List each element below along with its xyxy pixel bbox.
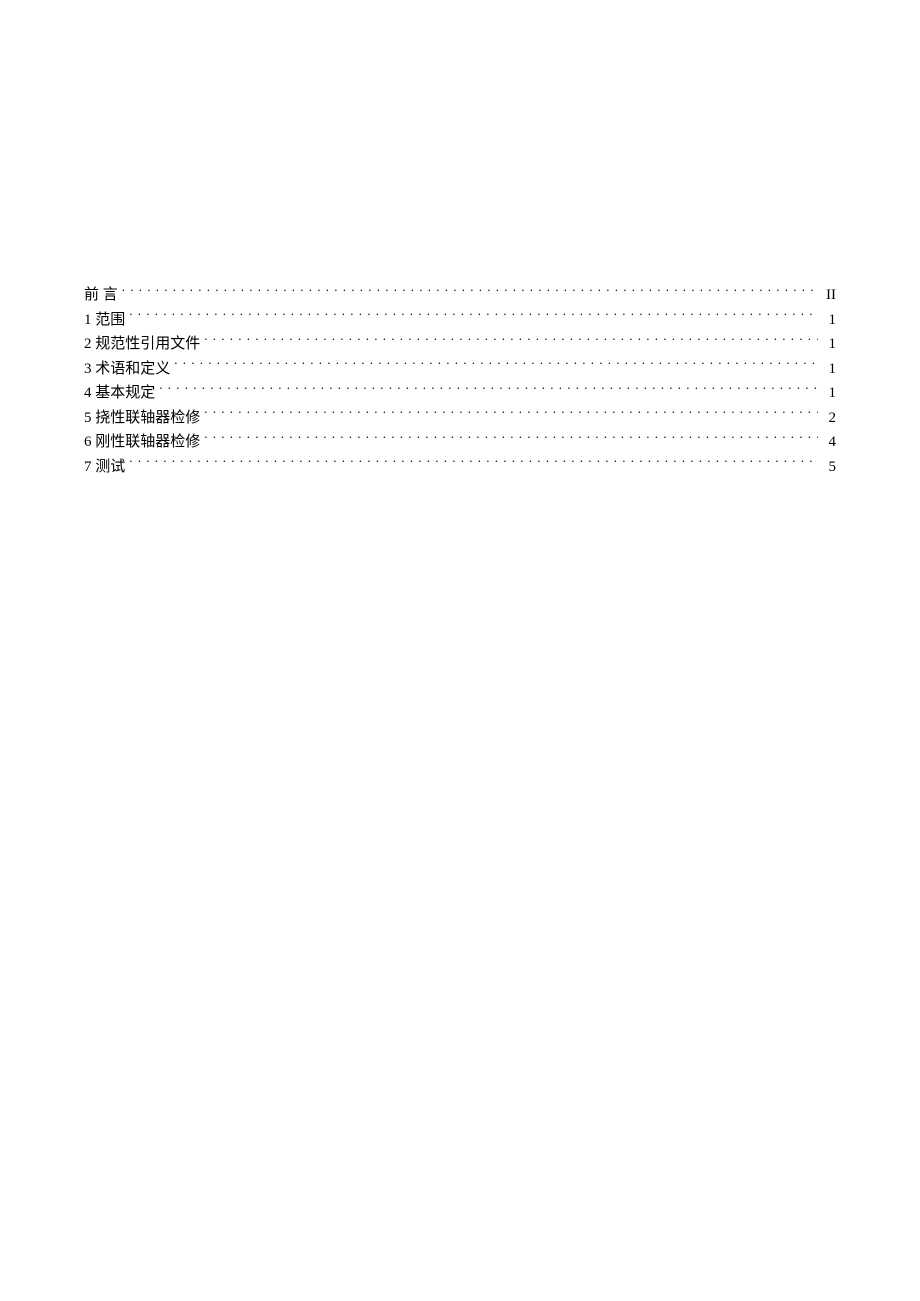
toc-entry-page: 5 xyxy=(822,455,836,480)
toc-leader-dots xyxy=(129,309,818,324)
toc-entry: 4 基本规定 1 xyxy=(84,381,836,406)
toc-entry: 1 范围 1 xyxy=(84,308,836,333)
toc-entry-label: 4 基本规定 xyxy=(84,381,155,406)
toc-entry-label: 6 刚性联轴器检修 xyxy=(84,430,200,455)
toc-leader-dots xyxy=(204,333,818,348)
table-of-contents: 前 言 II 1 范围 1 2 规范性引用文件 1 3 术语和定义 1 4 基本… xyxy=(84,283,836,479)
toc-entry: 3 术语和定义 1 xyxy=(84,357,836,382)
toc-entry-label: 前 言 xyxy=(84,283,118,308)
toc-entry: 5 挠性联轴器检修 2 xyxy=(84,406,836,431)
toc-entry-page: 1 xyxy=(822,332,836,357)
toc-leader-dots xyxy=(129,456,818,471)
toc-entry-label: 7 测试 xyxy=(84,455,125,480)
toc-entry: 前 言 II xyxy=(84,283,836,308)
toc-entry-page: 2 xyxy=(822,406,836,431)
toc-entry-label: 5 挠性联轴器检修 xyxy=(84,406,200,431)
toc-entry-page: 1 xyxy=(822,308,836,333)
toc-leader-dots xyxy=(204,407,818,422)
toc-entry-label: 2 规范性引用文件 xyxy=(84,332,200,357)
toc-leader-dots xyxy=(204,431,818,446)
toc-entry-page: II xyxy=(822,283,836,308)
toc-leader-dots xyxy=(159,382,818,397)
toc-leader-dots xyxy=(174,358,818,373)
toc-entry-page: 1 xyxy=(822,381,836,406)
document-page: 前 言 II 1 范围 1 2 规范性引用文件 1 3 术语和定义 1 4 基本… xyxy=(0,0,920,479)
toc-entry: 6 刚性联轴器检修 4 xyxy=(84,430,836,455)
toc-entry-page: 4 xyxy=(822,430,836,455)
toc-entry: 2 规范性引用文件 1 xyxy=(84,332,836,357)
toc-leader-dots xyxy=(122,284,818,299)
toc-entry-label: 3 术语和定义 xyxy=(84,357,170,382)
toc-entry: 7 测试 5 xyxy=(84,455,836,480)
toc-entry-label: 1 范围 xyxy=(84,308,125,333)
toc-entry-page: 1 xyxy=(822,357,836,382)
